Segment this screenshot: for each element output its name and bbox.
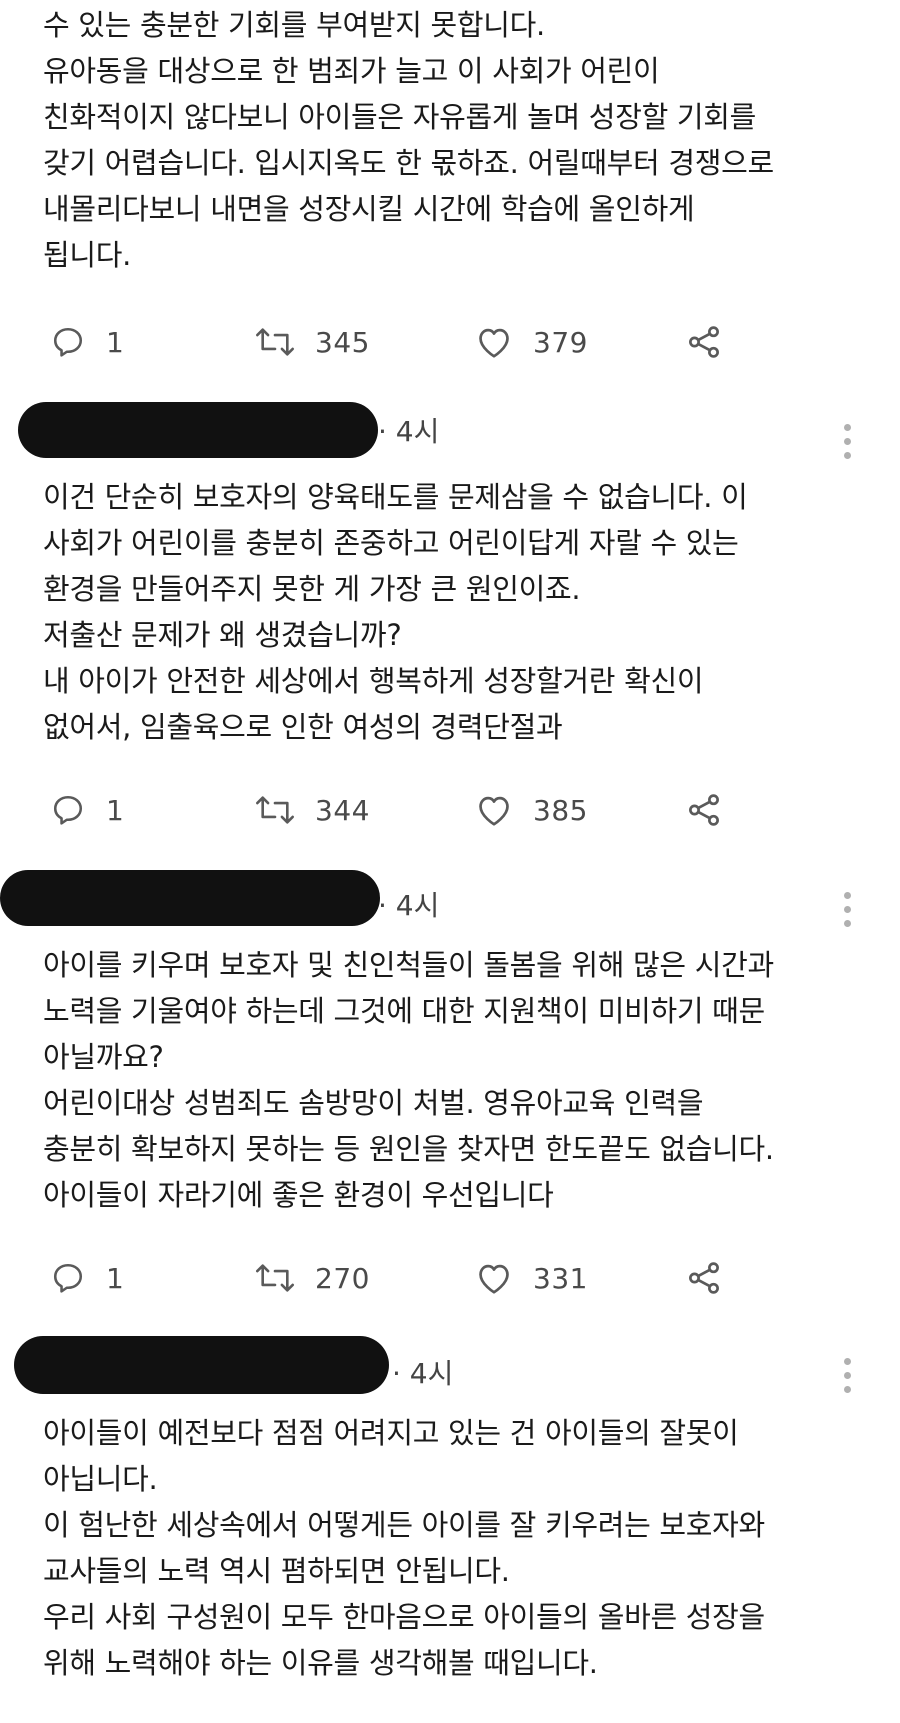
reply-count: 1: [106, 1261, 125, 1295]
redacted-username: [18, 402, 378, 458]
more-icon[interactable]: [844, 424, 852, 464]
tweet-line: 친화적이지 않다보니 아이들은 자유롭게 놀며 성장할 기회를: [43, 100, 757, 134]
redacted-username: [14, 1336, 389, 1394]
heart-icon: [479, 1264, 509, 1294]
like-button[interactable]: 385: [475, 790, 588, 830]
retweet-button[interactable]: 344: [255, 790, 370, 830]
tweet-line: 환경을 만들어주지 못한 게 가장 큰 원인이죠.: [43, 572, 581, 606]
like-button[interactable]: 331: [475, 1258, 588, 1298]
tweet-3-header: · 4시: [0, 870, 900, 930]
share-button[interactable]: [685, 322, 723, 362]
tweet-line: 이 험난한 세상속에서 어떻게든 아이를 잘 키우려는 보호자와: [43, 1508, 765, 1542]
tweet-line: 노력을 기울여야 하는데 그것에 대한 지원책이 미비하기 때문: [43, 994, 765, 1028]
tweet-line: 교사들의 노력 역시 폄하되면 안됩니다.: [43, 1554, 510, 1588]
tweet-2-actions: 1 344 385: [50, 790, 750, 830]
tweet-line: 갖기 어렵습니다. 입시지옥도 한 몫하죠. 어릴때부터 경쟁으로: [43, 146, 774, 180]
tweet-2-text: 이건 단순히 보호자의 양육태도를 문제삼을 수 없습니다. 이 사회가 어린이…: [43, 474, 860, 750]
share-icon: [689, 1262, 719, 1294]
tweet-1-actions: 1 345 379: [50, 322, 750, 362]
tweet-line: 아닙니다.: [43, 1462, 158, 1496]
share-icon: [689, 794, 719, 826]
reply-button[interactable]: 1: [50, 322, 124, 362]
tweet-line: 충분히 확보하지 못하는 등 원인을 찾자면 한도끝도 없습니다.: [43, 1132, 774, 1166]
tweet-line: 아이들이 자라기에 좋은 환경이 우선입니다: [43, 1178, 554, 1212]
retweet-icon: [256, 796, 294, 824]
retweet-icon: [256, 328, 294, 356]
like-count: 385: [533, 793, 588, 827]
timestamp: · 4시: [378, 889, 440, 922]
tweet-3-text: 아이를 키우며 보호자 및 친인척들이 돌봄을 위해 많은 시간과 노력을 기울…: [43, 942, 860, 1218]
retweet-count: 345: [315, 325, 370, 359]
timestamp: · 4시: [392, 1357, 454, 1390]
tweet-1-text: 수 있는 충분한 기회를 부여받지 못합니다. 유아동을 대상으로 한 범죄가 …: [43, 2, 860, 278]
share-button[interactable]: [685, 790, 723, 830]
heart-icon: [479, 796, 509, 826]
reply-button[interactable]: 1: [50, 1258, 124, 1298]
timestamp: · 4시: [378, 415, 440, 448]
tweet-line: 아이들이 예전보다 점점 어려지고 있는 건 아이들의 잘못이: [43, 1416, 739, 1450]
retweet-count: 270: [315, 1261, 370, 1295]
tweet-line: 위해 노력해야 하는 이유를 생각해볼 때입니다.: [43, 1646, 598, 1680]
retweet-icon: [256, 1264, 294, 1292]
tweet-3-actions: 1 270 331: [50, 1258, 750, 1298]
tweet-4-header: · 4시: [0, 1336, 900, 1396]
tweet-2-header: · 4시: [0, 402, 900, 462]
share-button[interactable]: [685, 1258, 723, 1298]
retweet-button[interactable]: 345: [255, 322, 370, 362]
reply-icon: [53, 1263, 83, 1293]
heart-icon: [479, 328, 509, 358]
tweet-line: 됩니다.: [43, 238, 132, 272]
tweet-line: 어린이대상 성범죄도 솜방망이 처벌. 영유아교육 인력을: [43, 1086, 704, 1120]
tweet-line: 없어서, 임출육으로 인한 여성의 경력단절과: [43, 710, 563, 744]
tweet-line: 아이를 키우며 보호자 및 친인척들이 돌봄을 위해 많은 시간과: [43, 948, 774, 982]
retweet-button[interactable]: 270: [255, 1258, 370, 1298]
reply-icon: [53, 795, 83, 825]
tweet-line: 이건 단순히 보호자의 양육태도를 문제삼을 수 없습니다. 이: [43, 480, 748, 514]
reply-icon: [53, 327, 83, 357]
tweet-line: 유아동을 대상으로 한 범죄가 늘고 이 사회가 어린이: [43, 54, 660, 88]
redacted-username: [0, 870, 380, 926]
tweet-4-text: 아이들이 예전보다 점점 어려지고 있는 건 아이들의 잘못이 아닙니다. 이 …: [43, 1410, 860, 1686]
like-button[interactable]: 379: [475, 322, 588, 362]
tweet-line: 수 있는 충분한 기회를 부여받지 못합니다.: [43, 8, 545, 42]
like-count: 379: [533, 325, 588, 359]
reply-count: 1: [106, 793, 125, 827]
tweet-line: 아닐까요?: [43, 1040, 164, 1074]
more-icon[interactable]: [844, 1358, 852, 1398]
more-icon[interactable]: [844, 892, 852, 932]
tweet-line: 내 아이가 안전한 세상에서 행복하게 성장할거란 확신이: [43, 664, 704, 698]
reply-count: 1: [106, 325, 125, 359]
share-icon: [689, 326, 719, 358]
tweet-line: 내몰리다보니 내면을 성장시킬 시간에 학습에 올인하게: [43, 192, 695, 226]
like-count: 331: [533, 1261, 588, 1295]
tweet-line: 사회가 어린이를 충분히 존중하고 어린이답게 자랄 수 있는: [43, 526, 739, 560]
tweet-line: 저출산 문제가 왜 생겼습니까?: [43, 618, 402, 652]
tweet-line: 우리 사회 구성원이 모두 한마음으로 아이들의 올바른 성장을: [43, 1600, 765, 1634]
reply-button[interactable]: 1: [50, 790, 124, 830]
retweet-count: 344: [315, 793, 370, 827]
